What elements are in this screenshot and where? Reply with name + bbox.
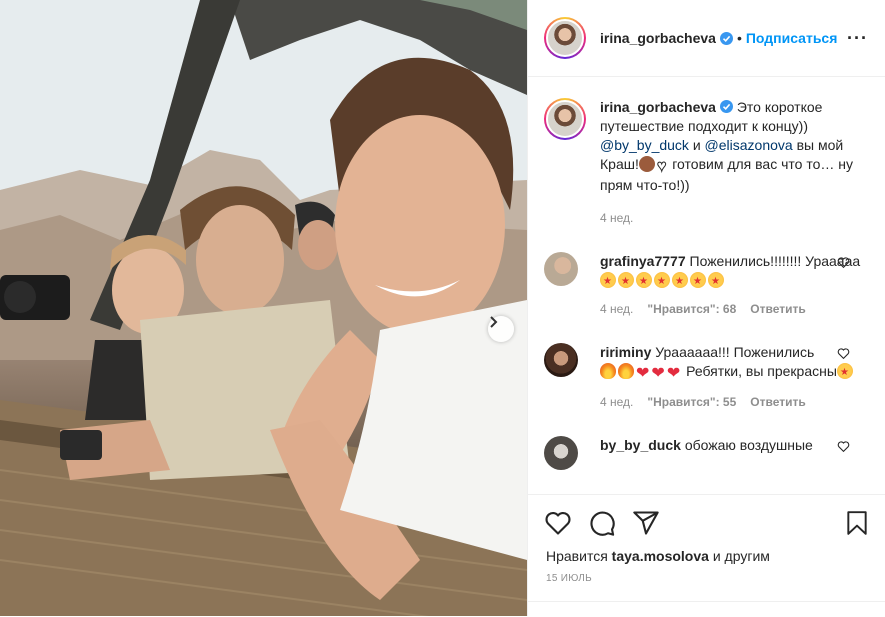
avatar[interactable]: [544, 17, 586, 59]
verified-icon: [719, 31, 733, 45]
caption-avatar[interactable]: [544, 98, 586, 140]
like-comment-heart-icon[interactable]: [837, 440, 850, 453]
post-date[interactable]: 15 июль: [546, 573, 592, 584]
commenter-avatar[interactable]: [544, 252, 578, 286]
add-comment-area[interactable]: [528, 601, 885, 617]
liker-username[interactable]: taya.mosolova: [612, 548, 709, 564]
likes-summary: Нравится taya.mosolova и другим: [546, 548, 770, 564]
comment-text: Ураааааа!!! Поженились: [655, 344, 815, 360]
post-caption: irina_gorbacheva Это короткое путешестви…: [544, 78, 870, 228]
comment-meta: 4 нед. "Нравится": 55 Ответить: [600, 393, 870, 412]
comment-item: by_by_duck обожаю воздушные: [544, 436, 870, 470]
likes-prefix: Нравится: [546, 548, 612, 564]
more-options-button[interactable]: ···: [847, 28, 868, 49]
post-header: irina_gorbacheva • Подписаться ···: [528, 0, 885, 77]
likes-suffix[interactable]: и другим: [709, 548, 770, 564]
like-comment-heart-icon[interactable]: [837, 347, 850, 360]
comment-icon[interactable]: [588, 509, 616, 537]
star-struck-emoji-icon: [690, 272, 706, 291]
star-struck-emoji-icon: [636, 272, 652, 291]
commenter-avatar[interactable]: [544, 436, 578, 470]
comment-text: обожаю воздушные: [684, 437, 813, 453]
caption-text: и: [688, 137, 705, 153]
action-bar: [544, 509, 660, 537]
comment-time[interactable]: 4 нед.: [600, 395, 633, 409]
star-struck-emoji-icon: [708, 272, 724, 291]
save-icon[interactable]: [844, 509, 870, 537]
commenter-avatar[interactable]: [544, 343, 578, 377]
heart-icon[interactable]: [544, 509, 572, 537]
mention-link[interactable]: @elisazonova: [705, 137, 793, 153]
reply-button[interactable]: Ответить: [750, 302, 805, 316]
comment-meta: 4 нед. "Нравится": 68 Ответить: [600, 300, 870, 319]
mention-link[interactable]: @by_by_duck: [600, 137, 689, 153]
share-icon[interactable]: [632, 509, 660, 537]
comment-item: ririminy Ураааааа!!! Поженились ❤ ❤ ❤ Ребя…: [544, 343, 870, 412]
star-struck-emoji-icon: [654, 272, 670, 291]
next-photo-button[interactable]: [488, 316, 514, 342]
star-struck-emoji-icon: [618, 272, 634, 291]
comment-username[interactable]: by_by_duck: [600, 437, 681, 453]
red-heart-icon: ❤: [651, 365, 665, 382]
comment-username[interactable]: ririminy: [600, 344, 651, 360]
like-comment-heart-icon[interactable]: [837, 256, 850, 269]
comment-likes[interactable]: "Нравится": 68: [647, 302, 736, 316]
comment-time[interactable]: 4 нед.: [600, 302, 633, 316]
star-struck-emoji-icon: [600, 272, 616, 291]
emoji-icon: [638, 156, 655, 172]
fire-emoji-icon: [618, 363, 634, 379]
post-actions: Нравится taya.mosolova и другим 15 июль: [528, 494, 885, 616]
star-struck-emoji-icon: [836, 363, 853, 382]
star-struck-emoji-icon: [672, 272, 688, 291]
caption-username[interactable]: irina_gorbacheva: [600, 99, 716, 115]
comment-text: Ребятки, вы прекрасны: [682, 363, 837, 379]
comment-likes[interactable]: "Нравится": 55: [647, 395, 736, 409]
comment-text: Поженились!!!!!!!! Урааааа: [689, 253, 861, 269]
reply-button[interactable]: Ответить: [750, 395, 805, 409]
red-heart-icon: ❤: [636, 365, 650, 382]
follow-button[interactable]: Подписаться: [746, 30, 838, 46]
post-sidebar: irina_gorbacheva • Подписаться ··· irina…: [527, 0, 885, 616]
separator: •: [736, 30, 742, 46]
post-dialog: irina_gorbacheva • Подписаться ··· irina…: [0, 0, 885, 616]
red-heart-icon: ❤: [666, 365, 681, 382]
comment-username[interactable]: grafinya7777: [600, 253, 686, 269]
photo-illustration: [0, 0, 527, 616]
caption-timestamp[interactable]: 4 нед.: [600, 209, 870, 228]
post-photo[interactable]: [0, 0, 527, 616]
chevron-right-icon: [490, 316, 498, 328]
comment-item: grafinya7777 Поженились!!!!!!!! Урааааа …: [544, 252, 870, 319]
white-heart-icon: ♥: [656, 158, 667, 176]
header-username[interactable]: irina_gorbacheva: [600, 30, 716, 46]
verified-icon: [719, 100, 733, 113]
fire-emoji-icon: [600, 363, 616, 379]
comments-list[interactable]: irina_gorbacheva Это короткое путешестви…: [528, 78, 885, 494]
